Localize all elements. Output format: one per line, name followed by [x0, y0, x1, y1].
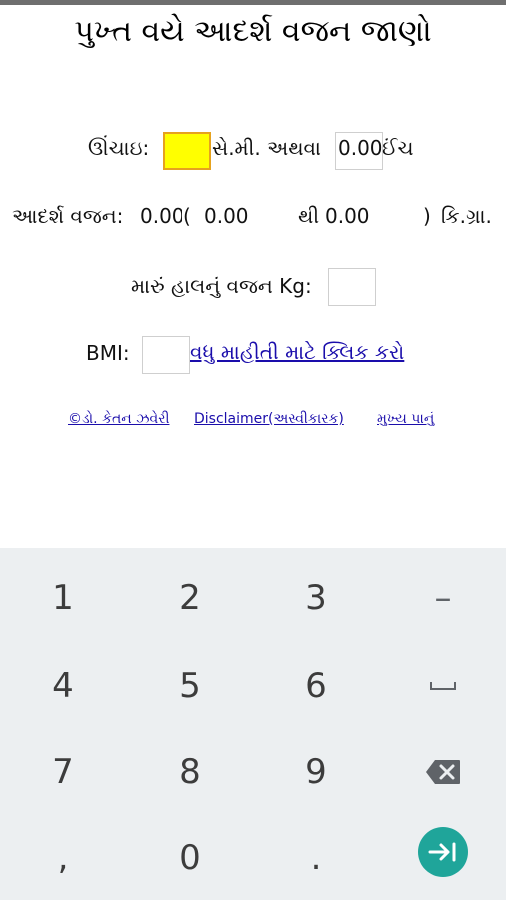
ideal-weight-to-label: થી [298, 204, 320, 228]
key-3[interactable]: 3 [253, 554, 379, 642]
space-icon [430, 682, 456, 690]
ideal-weight-min: 0.00 [204, 204, 249, 228]
key-period[interactable]: . [253, 814, 379, 902]
bmi-info-link[interactable]: વધુ માહીતી માટે ક્લિક કરો [190, 340, 404, 364]
key-backspace[interactable] [380, 728, 506, 816]
status-bar-strip [0, 0, 506, 5]
height-cm-input[interactable] [163, 132, 211, 170]
current-weight-label: મારું હાલનું વજન Kg: [131, 274, 312, 298]
key-0[interactable]: 0 [127, 814, 253, 902]
key-7[interactable]: 7 [0, 728, 126, 816]
ideal-weight-value: 0.00 [140, 204, 182, 228]
page-title: પુખ્ત વયે આદર્શ વજન જાણો [74, 14, 432, 49]
current-weight-input[interactable] [328, 268, 376, 306]
key-5[interactable]: 5 [127, 642, 253, 730]
height-label: ઊંચાઇ: [88, 136, 150, 160]
key-space[interactable] [380, 642, 506, 730]
height-inch-input[interactable]: 0.00 [335, 132, 383, 170]
disclaimer-link[interactable]: Disclaimer(અસ્વીકારક) [194, 411, 344, 427]
key-1[interactable]: 1 [0, 554, 126, 642]
author-link[interactable]: ©ડો. કેતન ઝવેરી [68, 411, 169, 427]
home-page-link[interactable]: મુખ્ય પાનું [377, 411, 434, 427]
ideal-weight-open-paren: ( [183, 204, 191, 228]
bmi-input[interactable] [142, 336, 190, 374]
backspace-icon [426, 760, 460, 784]
ideal-weight-close-paren: ) [423, 204, 431, 228]
ideal-weight-max: 0.00 [325, 204, 370, 228]
key-6[interactable]: 6 [253, 642, 379, 730]
ideal-weight-label: આદર્શ વજન: [12, 204, 124, 228]
bmi-label: BMI: [86, 341, 130, 365]
key-9[interactable]: 9 [253, 728, 379, 816]
key-2[interactable]: 2 [127, 554, 253, 642]
height-inch-unit-label: ઈંચ [382, 136, 414, 160]
key-minus[interactable]: – [380, 554, 506, 642]
next-field-button[interactable] [418, 827, 468, 877]
height-cm-unit-label: સે.મી. અથવા [212, 136, 321, 160]
key-4[interactable]: 4 [0, 642, 126, 730]
key-comma[interactable]: , [0, 814, 126, 902]
numeric-keyboard: 1 2 3 – 4 5 6 7 8 9 , 0 . [0, 548, 506, 900]
ideal-weight-unit: કિ.ગ્રા. [441, 204, 492, 228]
key-next[interactable] [380, 808, 506, 896]
key-8[interactable]: 8 [127, 728, 253, 816]
tab-forward-icon [428, 842, 456, 862]
